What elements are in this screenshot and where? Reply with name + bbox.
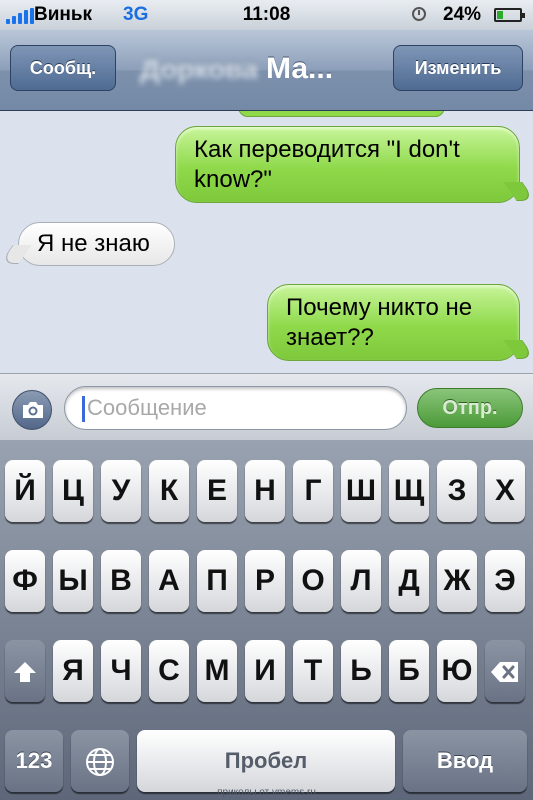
globe-icon (86, 748, 114, 777)
key-letter[interactable]: К (149, 460, 189, 522)
watermark: приколы от vmems.ru (217, 787, 316, 798)
message-line: Я не знаю (37, 230, 150, 257)
contact-name-blurred: Доркова (140, 53, 258, 84)
conversation-thread[interactable]: Как переводится "I don't know?" Я не зна… (0, 111, 533, 373)
key-letter[interactable]: З (437, 460, 477, 522)
key-letter[interactable]: Б (389, 640, 429, 702)
key-letter[interactable]: П (197, 550, 237, 612)
return-key[interactable]: Ввод (403, 730, 527, 792)
incoming-message[interactable]: Я не знаю (18, 222, 175, 266)
key-letter[interactable]: Ж (437, 550, 477, 612)
message-line: know?" (194, 166, 272, 193)
send-button[interactable]: Отпр. (417, 388, 523, 428)
key-letter[interactable]: Щ (389, 460, 429, 522)
key-letter[interactable]: В (101, 550, 141, 612)
key-letter[interactable]: Н (245, 460, 285, 522)
camera-button[interactable] (12, 390, 52, 430)
battery-icon (494, 8, 525, 22)
key-letter[interactable]: Х (485, 460, 525, 522)
status-bar: Виньк 3G 11:08 24% (0, 0, 533, 30)
shift-key[interactable] (5, 640, 45, 702)
key-letter[interactable]: Ы (53, 550, 93, 612)
key-letter[interactable]: Ш (341, 460, 381, 522)
contact-title: Доркова Ма... (140, 52, 380, 86)
message-composer: Отпр. (0, 373, 533, 441)
key-letter[interactable]: Ю (437, 640, 477, 702)
outgoing-message[interactable]: Как переводится "I don't know?" (175, 126, 520, 203)
key-letter[interactable]: Ь (341, 640, 381, 702)
message-line: знает?? (286, 324, 374, 351)
message-line: Как переводится "I don't (194, 136, 460, 163)
numbers-key[interactable]: 123 (5, 730, 63, 792)
message-line: Почему никто не (286, 294, 473, 321)
camera-icon (23, 402, 43, 418)
key-letter[interactable]: Л (341, 550, 381, 612)
globe-key[interactable] (71, 730, 129, 792)
previous-message-edge (238, 111, 445, 117)
battery-percentage: 24% (443, 4, 482, 25)
alarm-clock-icon (412, 7, 426, 21)
text-cursor (82, 396, 85, 422)
outgoing-message[interactable]: Почему никто не знает?? (267, 284, 520, 361)
key-letter[interactable]: Ц (53, 460, 93, 522)
key-letter[interactable]: А (149, 550, 189, 612)
key-letter[interactable]: Я (53, 640, 93, 702)
key-letter[interactable]: У (101, 460, 141, 522)
keyboard: Й Ц У К Е Н Г Ш Щ З Х Ф Ы В А П Р О Л Д … (0, 440, 533, 800)
backspace-icon (491, 662, 518, 683)
key-letter[interactable]: Д (389, 550, 429, 612)
key-letter[interactable]: Й (5, 460, 45, 522)
key-letter[interactable]: Т (293, 640, 333, 702)
key-letter[interactable]: Р (245, 550, 285, 612)
contact-name-visible: Ма... (266, 52, 334, 85)
shift-arrow-icon (14, 662, 36, 683)
back-button[interactable]: Сообщ. (10, 45, 116, 91)
key-letter[interactable]: М (197, 640, 237, 702)
key-letter[interactable]: О (293, 550, 333, 612)
key-letter[interactable]: Э (485, 550, 525, 612)
message-input[interactable] (64, 386, 407, 430)
delete-key[interactable] (485, 640, 525, 702)
key-letter[interactable]: Ч (101, 640, 141, 702)
key-letter[interactable]: Е (197, 460, 237, 522)
key-letter[interactable]: Г (293, 460, 333, 522)
edit-button[interactable]: Изменить (393, 45, 523, 91)
key-letter[interactable]: С (149, 640, 189, 702)
navigation-bar: Сообщ. Доркова Ма... Изменить (0, 30, 533, 111)
key-letter[interactable]: И (245, 640, 285, 702)
space-key[interactable]: Пробел (137, 730, 395, 792)
key-letter[interactable]: Ф (5, 550, 45, 612)
